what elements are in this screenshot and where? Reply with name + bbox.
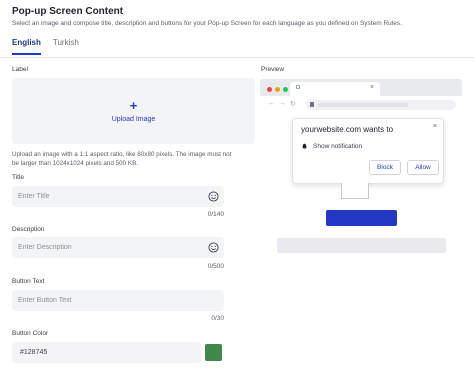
title-counter: 0/140	[207, 211, 224, 218]
address-placeholder	[318, 103, 408, 107]
button-color-value: #128745	[20, 349, 48, 356]
upload-hint: Upload an image with a 1:1 aspect ratio,…	[12, 151, 232, 167]
plus-icon: +	[129, 97, 138, 113]
language-tabs: English Turkish	[12, 38, 79, 55]
button-text-placeholder: Enter Button Text	[18, 297, 72, 304]
popup-title: yourwebsite.com wants to	[301, 125, 394, 134]
browser-tab: ×	[290, 82, 380, 96]
tabs-divider	[0, 57, 474, 58]
emoji-icon[interactable]	[208, 191, 219, 202]
browser-mockup: × ← → ↻	[260, 79, 462, 115]
upload-image-label: Upload Image	[111, 115, 156, 123]
description-counter: 0/500	[207, 263, 224, 270]
description-placeholder: Enter Description	[18, 244, 72, 251]
forward-arrow-icon: →	[279, 100, 286, 107]
page-subtitle: Select an image and compose title, descr…	[12, 20, 402, 27]
tab-favicon-icon	[296, 85, 300, 89]
page-title: Pop-up Screen Content	[12, 6, 124, 17]
browser-nav-row: ← → ↻	[260, 96, 462, 115]
color-swatch[interactable]	[205, 344, 222, 361]
button-color-input[interactable]: #128745	[12, 342, 202, 363]
bell-icon	[301, 143, 308, 152]
address-bar	[306, 100, 456, 110]
title-input[interactable]: Enter Title	[12, 186, 224, 207]
preview-image-placeholder	[341, 183, 369, 199]
upload-image-dropzone[interactable]: + Upload Image	[12, 78, 255, 144]
tab-english[interactable]: English	[12, 38, 41, 55]
preview-secondary-bar	[277, 238, 446, 253]
title-placeholder: Enter Title	[18, 193, 50, 200]
description-input[interactable]: Enter Description	[12, 237, 224, 258]
back-arrow-icon: ←	[268, 100, 275, 107]
lock-icon	[310, 102, 314, 107]
block-button: Block	[369, 160, 401, 175]
preview-action-button	[326, 210, 397, 226]
tab-close-icon: ×	[370, 84, 375, 91]
reload-icon: ↻	[290, 101, 296, 108]
description-label: Description	[12, 226, 45, 233]
button-color-label: Button Color	[12, 330, 49, 337]
close-icon: ×	[432, 123, 437, 130]
window-minimize-dot	[275, 87, 280, 92]
permission-popup: yourwebsite.com wants to × Show notifica…	[292, 118, 444, 184]
title-label: Title	[12, 174, 25, 181]
allow-button: Allow	[407, 160, 439, 175]
button-text-label: Button Text	[12, 278, 45, 285]
label-heading: Label	[12, 66, 28, 73]
tab-turkish[interactable]: Turkish	[53, 38, 79, 55]
button-text-counter: 0/30	[211, 315, 224, 322]
popup-notification-text: Show notification	[313, 143, 363, 150]
button-text-input[interactable]: Enter Button Text	[12, 290, 224, 311]
emoji-icon[interactable]	[208, 242, 219, 253]
window-maximize-dot	[283, 87, 288, 92]
preview-label: Preview	[261, 66, 285, 73]
window-close-dot	[267, 87, 272, 92]
